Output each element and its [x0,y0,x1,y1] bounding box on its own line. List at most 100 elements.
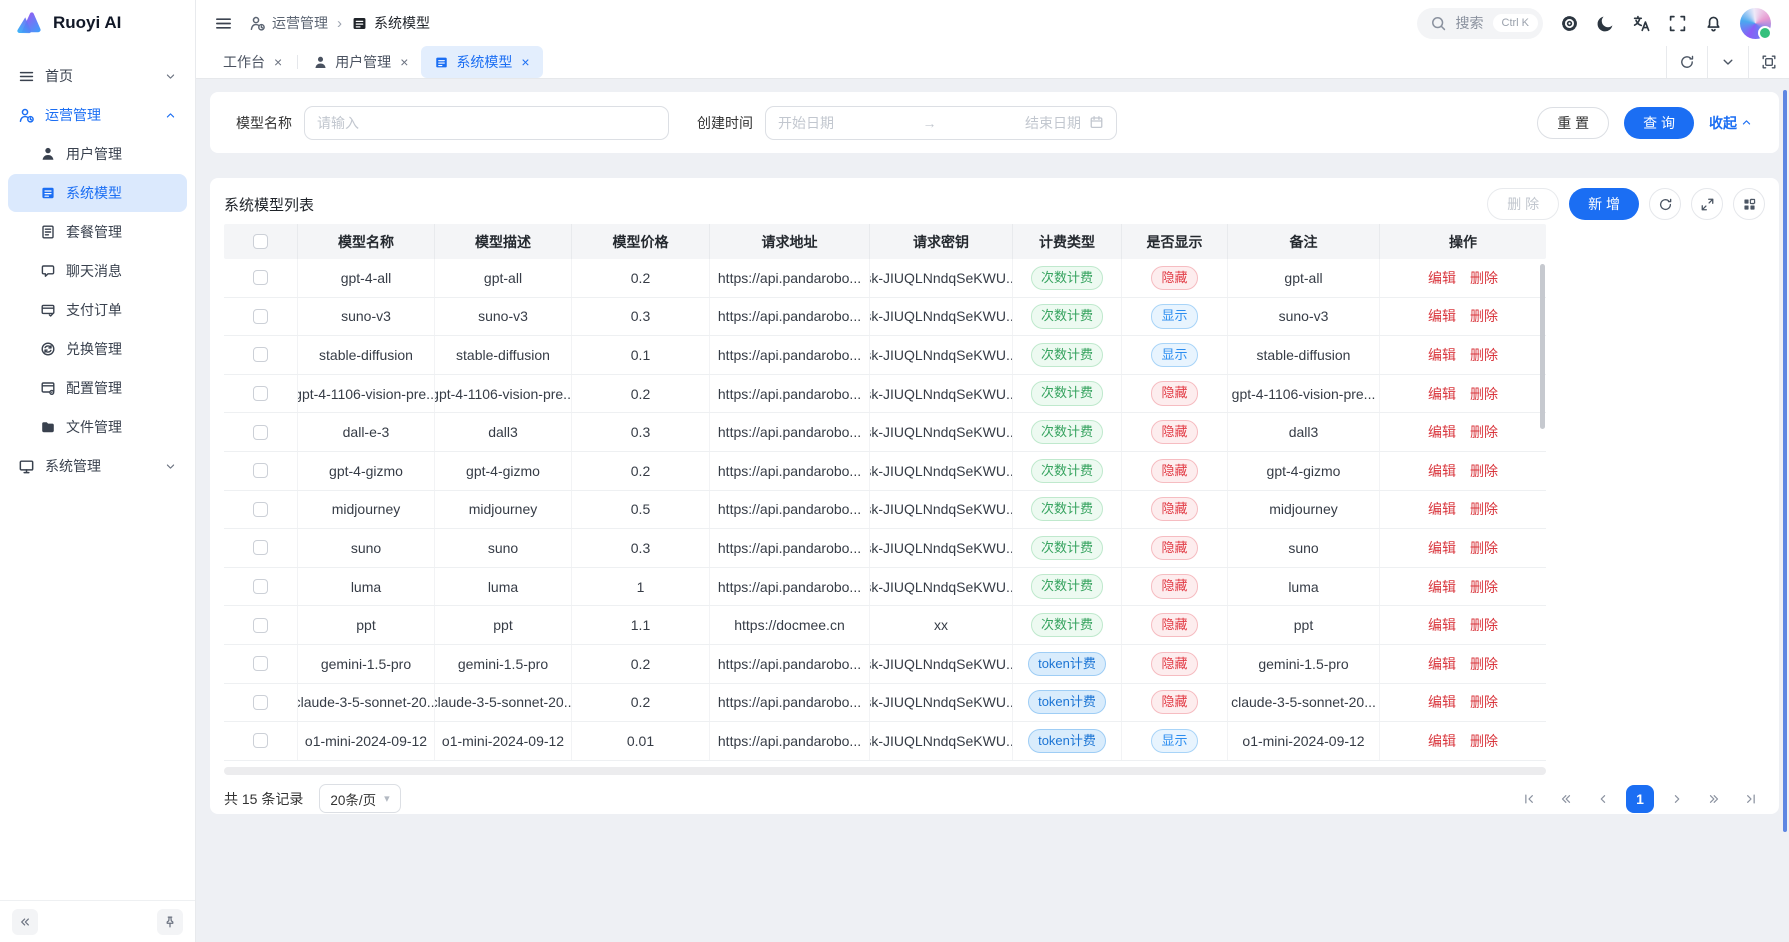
sidebar-subitem-4[interactable]: 支付订单 [8,291,187,329]
prev-pages-button[interactable] [1552,785,1580,813]
edit-link[interactable]: 编辑 [1428,499,1456,519]
edit-link[interactable]: 编辑 [1428,384,1456,404]
sidebar-item-system[interactable]: 系统管理 [8,447,187,485]
delete-link[interactable]: 删除 [1470,384,1498,404]
reset-button[interactable]: 重 置 [1537,107,1609,139]
last-page-button[interactable] [1737,785,1765,813]
select-all-checkbox[interactable] [253,234,268,249]
fullscreen-table-button[interactable] [1691,188,1723,220]
query-button[interactable]: 查 询 [1624,107,1694,139]
fullscreen-button[interactable] [1668,14,1687,33]
table-horizontal-scrollbar[interactable] [224,767,1546,775]
next-page-button[interactable] [1663,785,1691,813]
delete-link[interactable]: 删除 [1470,499,1498,519]
row-checkbox[interactable] [253,386,268,401]
sidebar-item-operations[interactable]: 运营管理 [8,96,187,134]
delete-button[interactable]: 删 除 [1487,188,1559,220]
sidebar-subitem-0[interactable]: 用户管理 [8,135,187,173]
tab-2[interactable]: 系统模型× [421,46,542,78]
pin-sidebar-button[interactable] [157,909,183,935]
maximize-content-button[interactable] [1748,46,1789,78]
delete-link[interactable]: 删除 [1470,306,1498,326]
edit-link[interactable]: 编辑 [1428,654,1456,674]
close-tab-icon[interactable]: × [274,54,282,70]
edit-link[interactable]: 编辑 [1428,692,1456,712]
delete-link[interactable]: 删除 [1470,615,1498,635]
cell-text: https://api.pandarobo... [718,579,861,595]
next-pages-button[interactable] [1700,785,1728,813]
sidebar-subitem-6[interactable]: 配置管理 [8,369,187,407]
page-size-select[interactable]: 20条/页 ▾ [319,784,400,813]
edit-link[interactable]: 编辑 [1428,731,1456,751]
page-scrollbar[interactable] [1783,90,1787,832]
dark-mode-toggle[interactable] [1596,14,1615,33]
delete-link[interactable]: 删除 [1470,692,1498,712]
date-range-input[interactable]: 开始日期 → 结束日期 [765,106,1117,140]
sidebar-subitem-1[interactable]: 系统模型 [8,174,187,212]
search-input[interactable]: 搜索 Ctrl K [1417,8,1544,39]
row-checkbox[interactable] [253,695,268,710]
row-checkbox[interactable] [253,618,268,633]
add-button[interactable]: 新 增 [1569,188,1639,220]
chevron-up-icon [1740,116,1753,129]
edit-link[interactable]: 编辑 [1428,615,1456,635]
close-tab-icon[interactable]: × [521,54,529,70]
edit-link[interactable]: 编辑 [1428,306,1456,326]
page-1-button[interactable]: 1 [1626,785,1654,813]
row-checkbox[interactable] [253,309,268,324]
refresh-table-button[interactable] [1649,188,1681,220]
sidebar-subitem-5[interactable]: 兑换管理 [8,330,187,368]
app-logo[interactable]: Ruoyi AI [0,0,195,46]
language-button[interactable] [1632,14,1651,33]
row-checkbox[interactable] [253,733,268,748]
tab-0[interactable]: 工作台× [210,46,295,78]
column-settings-button[interactable] [1733,188,1765,220]
delete-link[interactable]: 删除 [1470,345,1498,365]
row-checkbox[interactable] [253,656,268,671]
row-checkbox[interactable] [253,347,268,362]
first-page-button[interactable] [1515,785,1543,813]
sidebar-subitem-2[interactable]: 套餐管理 [8,213,187,251]
refresh-page-button[interactable] [1666,46,1707,78]
sidebar-toggle-icon[interactable] [214,14,233,33]
delete-link[interactable]: 删除 [1470,538,1498,558]
row-checkbox[interactable] [253,270,268,285]
tab-menu-button[interactable] [1707,46,1748,78]
collapse-filter-link[interactable]: 收起 [1709,113,1753,133]
cell-url: https://api.pandarobo... [710,684,870,722]
close-tab-icon[interactable]: × [400,54,408,70]
edit-link[interactable]: 编辑 [1428,538,1456,558]
edit-link[interactable]: 编辑 [1428,422,1456,442]
user-avatar[interactable] [1740,8,1771,39]
collapse-sidebar-button[interactable] [12,909,38,935]
delete-link[interactable]: 删除 [1470,268,1498,288]
cell-description: suno [435,529,572,567]
row-checkbox[interactable] [253,540,268,555]
delete-link[interactable]: 删除 [1470,461,1498,481]
breadcrumb-item-model[interactable]: 系统模型 [351,13,430,33]
model-name-input[interactable]: 请输入 [304,106,669,140]
sidebar-subitem-7[interactable]: 文件管理 [8,408,187,446]
header-cell-0: 模型名称 [298,224,435,259]
row-checkbox[interactable] [253,425,268,440]
table-vertical-scrollbar[interactable] [1540,264,1545,429]
delete-link[interactable]: 删除 [1470,654,1498,674]
sidebar-item-home[interactable]: 首页 [8,57,187,95]
sidebar-subitem-3[interactable]: 聊天消息 [8,252,187,290]
settings-button[interactable] [1560,14,1579,33]
prev-page-button[interactable] [1589,785,1617,813]
sidebar-item-label: 首页 [45,66,73,86]
row-checkbox[interactable] [253,502,268,517]
row-checkbox[interactable] [253,579,268,594]
delete-link[interactable]: 删除 [1470,577,1498,597]
edit-link[interactable]: 编辑 [1428,577,1456,597]
delete-link[interactable]: 删除 [1470,731,1498,751]
tab-1[interactable]: 用户管理× [300,46,421,78]
edit-link[interactable]: 编辑 [1428,345,1456,365]
delete-link[interactable]: 删除 [1470,422,1498,442]
row-checkbox[interactable] [253,463,268,478]
edit-link[interactable]: 编辑 [1428,461,1456,481]
breadcrumb-item-operations[interactable]: 运营管理 [249,13,328,33]
edit-link[interactable]: 编辑 [1428,268,1456,288]
notifications-button[interactable] [1704,14,1723,33]
